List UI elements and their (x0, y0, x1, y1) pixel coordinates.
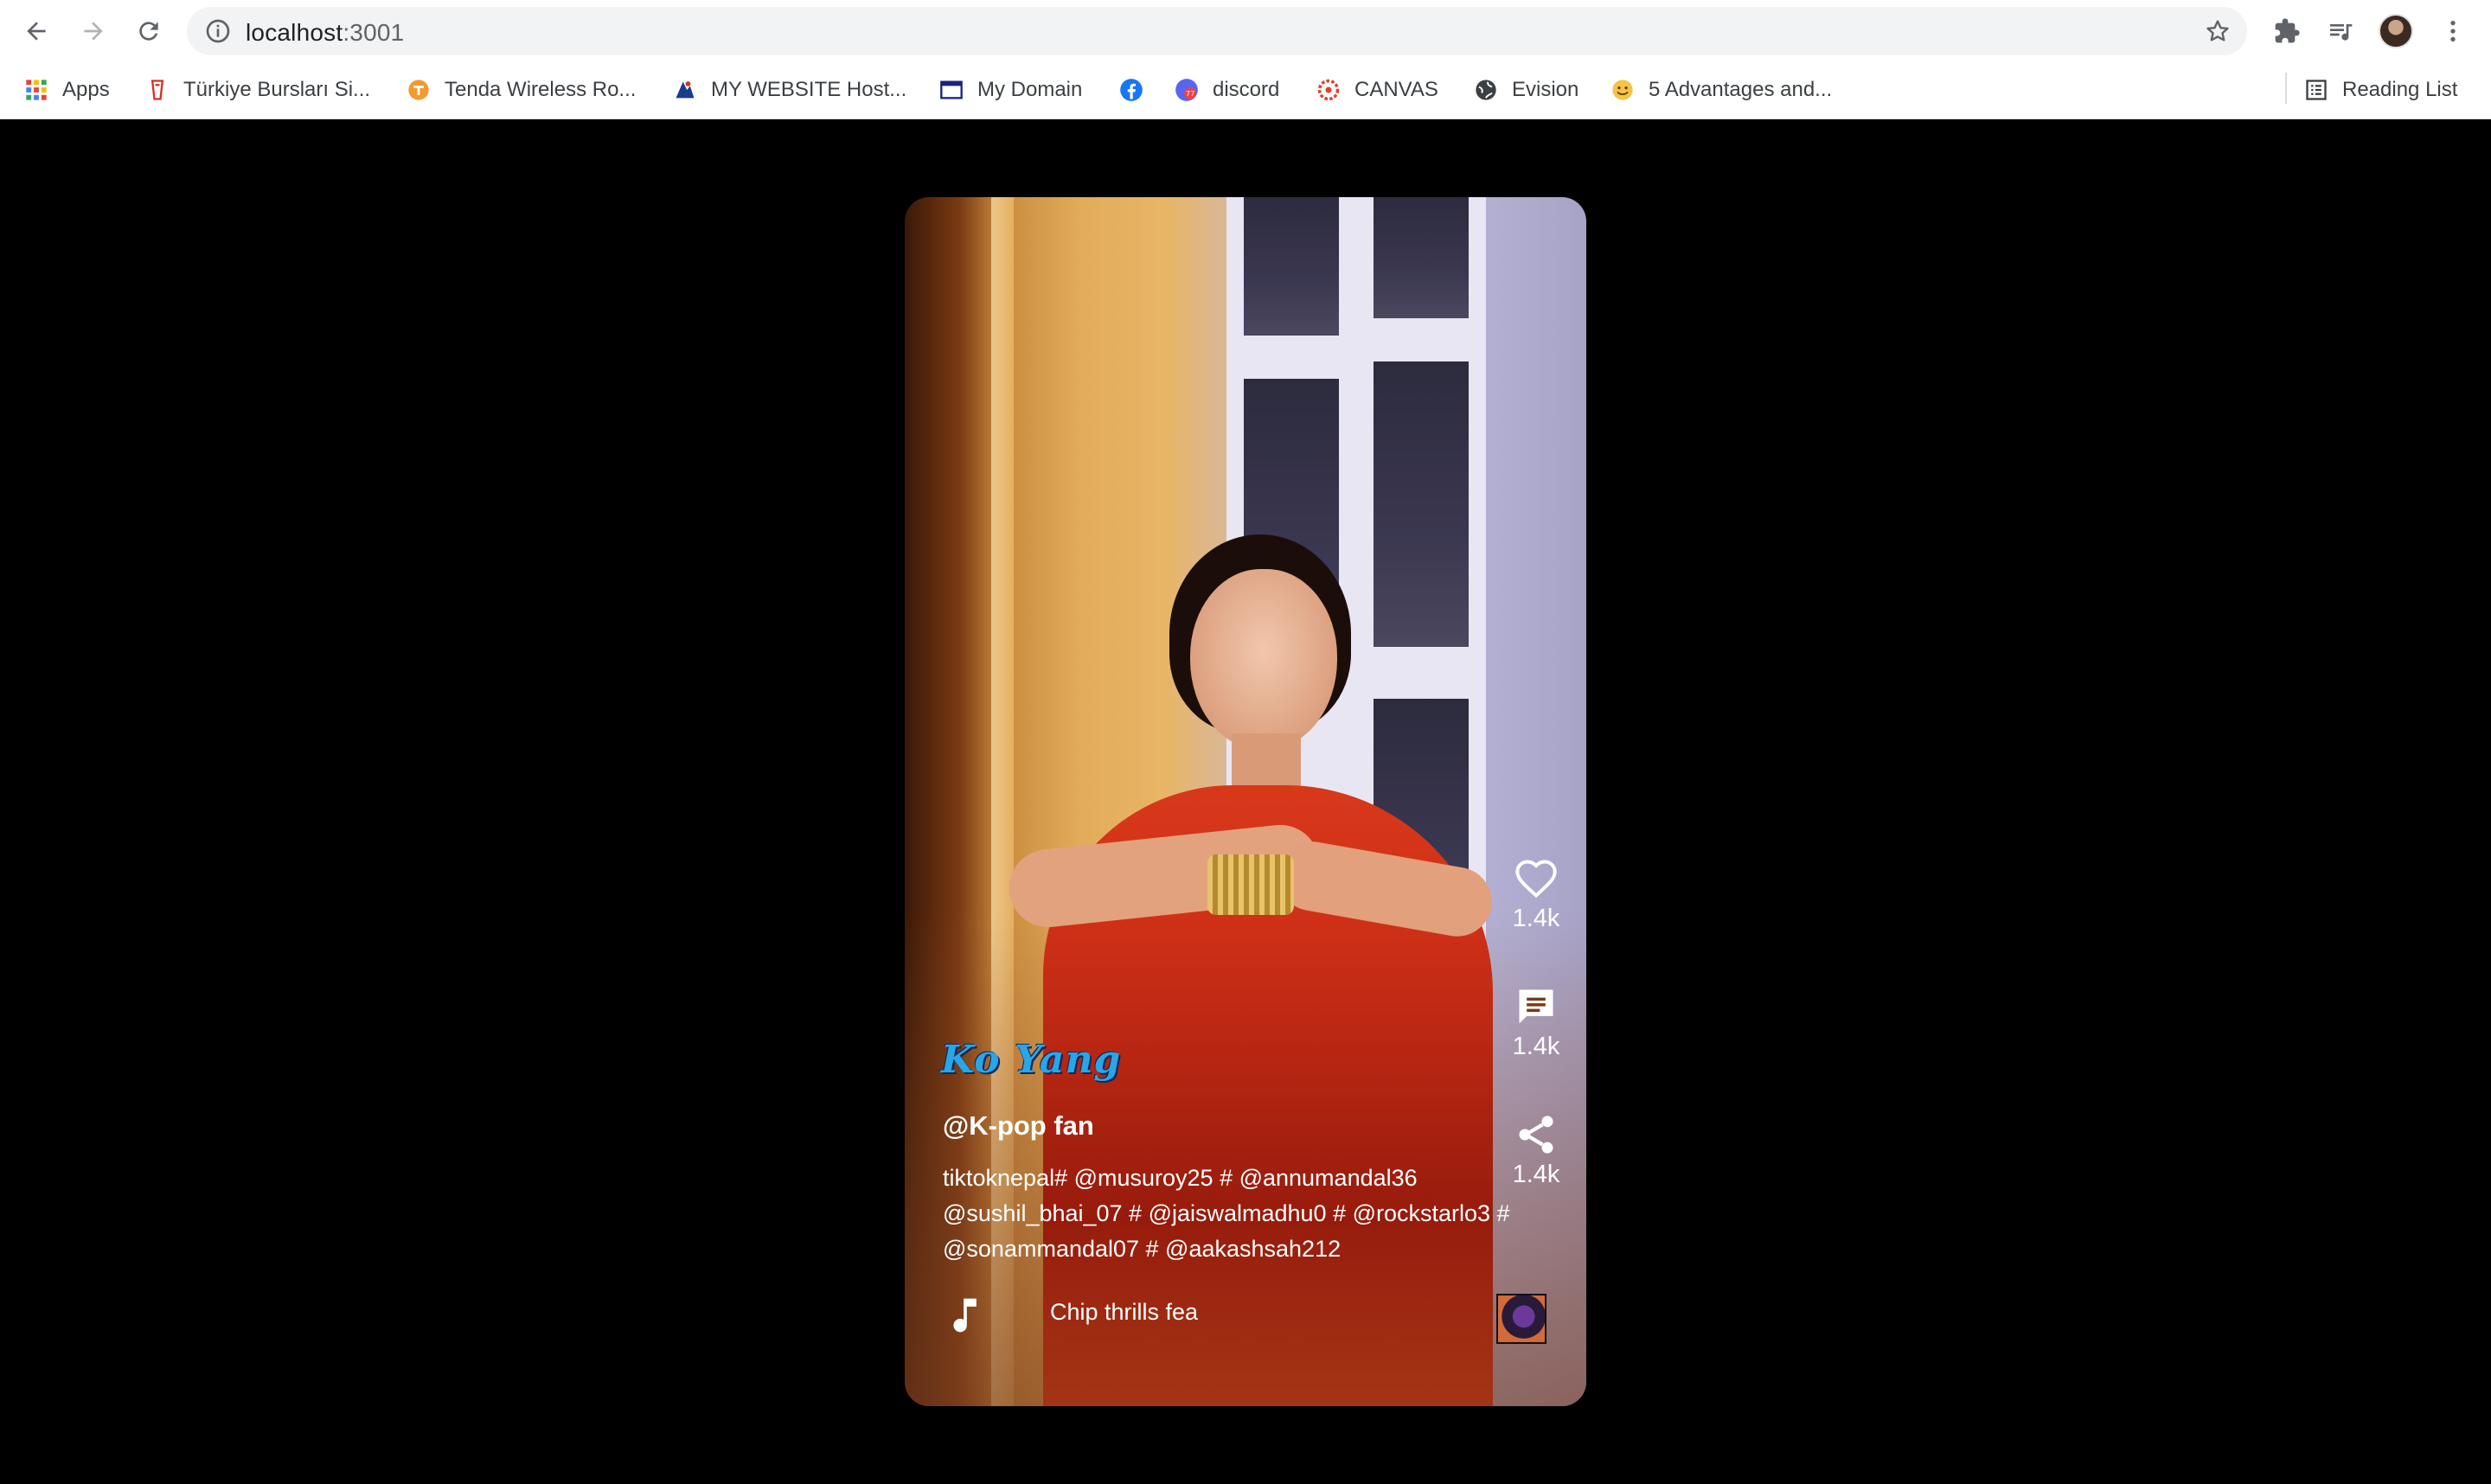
bookmark-label: CANVAS (1354, 78, 1438, 101)
comment-button[interactable]: 1.4k (1502, 984, 1571, 1061)
media-controls-button[interactable] (2323, 14, 2358, 48)
hosting-icon (676, 81, 695, 99)
address-bar[interactable]: localhost:3001 (187, 7, 2247, 55)
profile-avatar[interactable] (2379, 14, 2413, 48)
bookmark-apps[interactable]: Apps (24, 74, 110, 106)
url-host: localhost (246, 19, 343, 46)
bookmark-canvas[interactable]: CANVAS (1316, 74, 1438, 106)
playlist-icon (2330, 24, 2353, 41)
comment-count: 1.4k (1512, 1033, 1560, 1060)
tenda-icon (408, 80, 429, 100)
url-port: :3001 (343, 19, 405, 46)
bookmark-label: MY WEBSITE Host... (711, 78, 907, 101)
svg-text:77: 77 (1186, 89, 1194, 98)
reading-list-icon (2306, 80, 2327, 100)
share-count: 1.4k (1512, 1161, 1560, 1188)
reading-list-button[interactable]: Reading List (2304, 74, 2457, 106)
share-icon (1519, 1116, 1553, 1154)
bookmark-turkiye-burslari[interactable]: Türkiye Bursları Si... (145, 74, 370, 106)
video-card[interactable]: Ko Yang @K-pop fan tiktoknepal# @musuroy… (905, 197, 1586, 1406)
apps-grid-icon (26, 80, 47, 100)
facebook-icon (1120, 79, 1143, 101)
forward-button[interactable] (73, 10, 114, 52)
bookmarks-divider (2285, 73, 2287, 104)
bookmark-label: 5 Advantages and... (1649, 78, 1833, 101)
turkiye-burslari-icon (150, 80, 164, 100)
video-watermark: Ko Yang (941, 1038, 1122, 1082)
bookmark-label: My Domain (977, 78, 1083, 101)
puzzle-icon (2275, 18, 2300, 43)
back-button[interactable] (16, 10, 57, 52)
domain-icon (940, 80, 963, 99)
kebab-menu-icon (2450, 21, 2456, 42)
discord-icon: 77 (1175, 79, 1198, 101)
record-disc[interactable] (1496, 1294, 1546, 1344)
share-button[interactable]: 1.4k (1502, 1112, 1571, 1189)
like-button[interactable]: 1.4k (1502, 856, 1571, 933)
bookmark-discord[interactable]: 77 discord (1175, 74, 1279, 106)
url-text[interactable]: localhost:3001 (246, 19, 404, 47)
comment-icon (1519, 989, 1553, 1024)
bookmark-label: Türkiye Bursları Si... (183, 78, 371, 101)
canvas-icon (1317, 79, 1340, 101)
bookmark-my-domain[interactable]: My Domain (939, 74, 1082, 106)
bookmark-evision[interactable]: Evision (1474, 74, 1578, 106)
reading-list-label: Reading List (2342, 78, 2458, 101)
heart-icon (1515, 860, 1557, 899)
bookmark-label: Evision (1512, 78, 1579, 101)
video-caption: tiktoknepal# @musuroy25 # @annumandal36 … (943, 1165, 1510, 1262)
video-username[interactable]: @K-pop fan (943, 1110, 1094, 1142)
extensions-button[interactable] (2270, 14, 2304, 48)
globe-icon (1476, 80, 1496, 100)
reload-button[interactable] (128, 10, 170, 52)
back-arrow-icon (27, 22, 46, 41)
bookmark-label: discord (1213, 78, 1280, 101)
emoji-icon (1612, 80, 1633, 100)
browser-toolbar: localhost:3001 (0, 0, 2491, 62)
bookmark-star-icon[interactable] (2204, 17, 2232, 45)
like-count: 1.4k (1512, 905, 1560, 932)
bookmark-tenda[interactable]: Tenda Wireless Ro... (407, 74, 636, 106)
bookmarks-bar: Apps Türkiye Bursları Si... Tenda Wirele… (0, 64, 2491, 116)
forward-arrow-icon (84, 22, 103, 41)
song-title: Chip thrills fea (1050, 1299, 1199, 1325)
bookmark-facebook[interactable] (1119, 74, 1157, 106)
music-note-icon (953, 1298, 977, 1333)
bookmark-5-advantages[interactable]: 5 Advantages and... (1611, 74, 1832, 106)
bookmark-my-website[interactable]: MY WEBSITE Host... (673, 74, 906, 106)
song-ticker[interactable]: Chip thrills fea (1050, 1299, 1202, 1334)
browser-menu-button[interactable] (2436, 14, 2470, 48)
browser-chrome: localhost:3001 Apps Türkiye Bursları Si.… (0, 0, 2491, 119)
site-info-icon[interactable] (204, 17, 232, 45)
bookmark-label: Apps (62, 78, 110, 101)
bookmark-label: Tenda Wireless Ro... (445, 78, 637, 101)
reload-icon (139, 22, 158, 41)
